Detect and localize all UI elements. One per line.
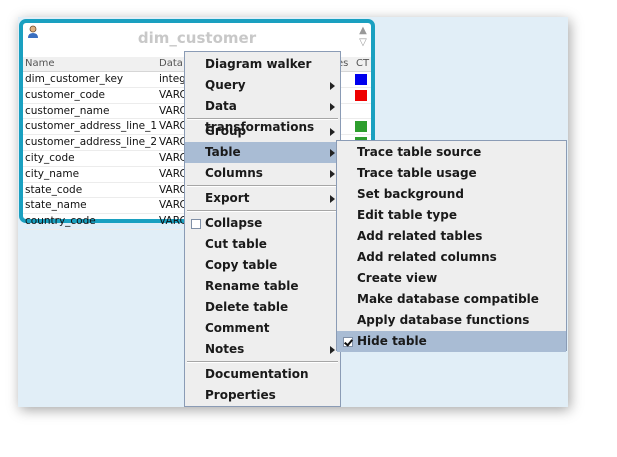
column-name: customer_address_line_1 (25, 120, 158, 133)
menu-item-trace-table-usage[interactable]: Trace table usage (337, 163, 566, 184)
column-type: VARC (159, 167, 187, 180)
menu-label: Trace table usage (357, 166, 477, 180)
column-name: customer_code (25, 88, 106, 101)
submenu-arrow-icon (330, 82, 335, 90)
menu-label: Create view (357, 271, 438, 285)
menu-label: Add related tables (357, 229, 483, 243)
menu-label: Columns (205, 166, 263, 180)
column-name: customer_name (25, 104, 110, 117)
menu-label: Cut table (205, 237, 267, 251)
column-type: VARC (159, 199, 187, 212)
menu-label: Delete table (205, 300, 289, 314)
menu-item-cut-table[interactable]: Cut table (185, 234, 340, 255)
menu-label: Group (205, 124, 247, 138)
table-submenu: Trace table source Trace table usage Set… (336, 140, 567, 352)
column-type: VARC (159, 183, 187, 196)
menu-item-hide-table[interactable]: Hide table (337, 331, 566, 352)
column-type: VARC (159, 104, 187, 117)
submenu-arrow-icon (330, 170, 335, 178)
menu-label: Hide table (357, 334, 427, 348)
menu-label: Rename table (205, 279, 299, 293)
menu-item-delete-table[interactable]: Delete table (185, 297, 340, 318)
menu-label: Diagram walker (205, 57, 312, 71)
ct-marker (355, 89, 367, 101)
ct-marker (355, 74, 367, 85)
menu-label: Table (205, 145, 241, 159)
menu-item-collapse[interactable]: Collapse (185, 213, 340, 234)
menu-item-group[interactable]: Group (185, 121, 340, 142)
column-type: integ (159, 73, 186, 85)
column-type: VARC (159, 120, 187, 133)
column-type: VARC (159, 215, 187, 228)
table-title: dim_customer (137, 29, 257, 47)
submenu-arrow-icon (330, 128, 335, 136)
menu-item-documentation[interactable]: Documentation (185, 364, 340, 385)
menu-item-make-database-compatible[interactable]: Make database compatible (337, 289, 566, 310)
menu-label: Query (205, 78, 246, 92)
menu-label: Collapse (205, 216, 263, 230)
column-name: state_name (25, 199, 87, 212)
menu-separator (187, 361, 338, 363)
menu-label: Copy table (205, 258, 278, 272)
column-name: state_code (25, 183, 83, 196)
menu-label: Edit table type (357, 208, 457, 222)
menu-separator (187, 210, 338, 212)
menu-item-columns[interactable]: Columns (185, 163, 340, 184)
ct-marker (355, 121, 367, 133)
column-name: customer_address_line_2 (25, 136, 158, 149)
menu-label: Make database compatible (357, 292, 539, 306)
menu-item-copy-table[interactable]: Copy table (185, 255, 340, 276)
menu-label: Comment (205, 321, 270, 335)
menu-label: Export (205, 191, 250, 205)
menu-label: Set background (357, 187, 464, 201)
menu-label: Properties (205, 388, 276, 402)
menu-item-notes[interactable]: Notes (185, 339, 340, 360)
menu-item-properties[interactable]: Properties (185, 385, 340, 406)
column-type: VARC (159, 151, 187, 164)
column-name: country_code (25, 215, 96, 228)
menu-item-edit-table-type[interactable]: Edit table type (337, 205, 566, 226)
menu-item-add-related-tables[interactable]: Add related tables (337, 226, 566, 247)
menu-item-diagram-walker[interactable]: Diagram walker (185, 54, 340, 75)
submenu-arrow-icon (330, 149, 335, 157)
checkbox-icon[interactable] (191, 219, 201, 229)
menu-item-create-view[interactable]: Create view (337, 268, 566, 289)
submenu-arrow-icon (330, 346, 335, 354)
menu-item-add-related-columns[interactable]: Add related columns (337, 247, 566, 268)
menu-item-table[interactable]: Table (185, 142, 340, 163)
menu-item-export[interactable]: Export (185, 188, 340, 209)
menu-label: Add related columns (357, 250, 497, 264)
column-name: dim_customer_key (25, 73, 124, 85)
ct-marker (355, 106, 367, 117)
scroll-arrows-icon[interactable]: ▲ ▽ (358, 25, 368, 49)
column-name: city_code (25, 151, 75, 164)
submenu-arrow-icon (330, 195, 335, 203)
menu-item-data-transformations[interactable]: Data transformations (185, 96, 340, 134)
header-ct: CT (356, 58, 370, 69)
menu-item-query[interactable]: Query (185, 75, 340, 96)
menu-label: Trace table source (357, 145, 482, 159)
menu-item-trace-table-source[interactable]: Trace table source (337, 142, 566, 163)
column-name: city_name (25, 167, 80, 180)
column-type: VARC (159, 136, 187, 149)
context-menu: Diagram walker Query Data transformation… (184, 51, 341, 407)
menu-label: Documentation (205, 367, 309, 381)
menu-separator (187, 185, 338, 187)
submenu-arrow-icon (330, 103, 335, 111)
menu-item-rename-table[interactable]: Rename table (185, 276, 340, 297)
menu-item-set-background[interactable]: Set background (337, 184, 566, 205)
menu-item-comment[interactable]: Comment (185, 318, 340, 339)
header-name: Name (25, 58, 55, 69)
checkbox-checked-icon[interactable] (343, 337, 353, 347)
menu-label: Notes (205, 342, 245, 356)
menu-item-apply-functions-mapping[interactable]: Apply database functions mapping (337, 310, 566, 348)
header-data-type: Data (159, 58, 183, 69)
column-type: VARC (159, 88, 187, 101)
